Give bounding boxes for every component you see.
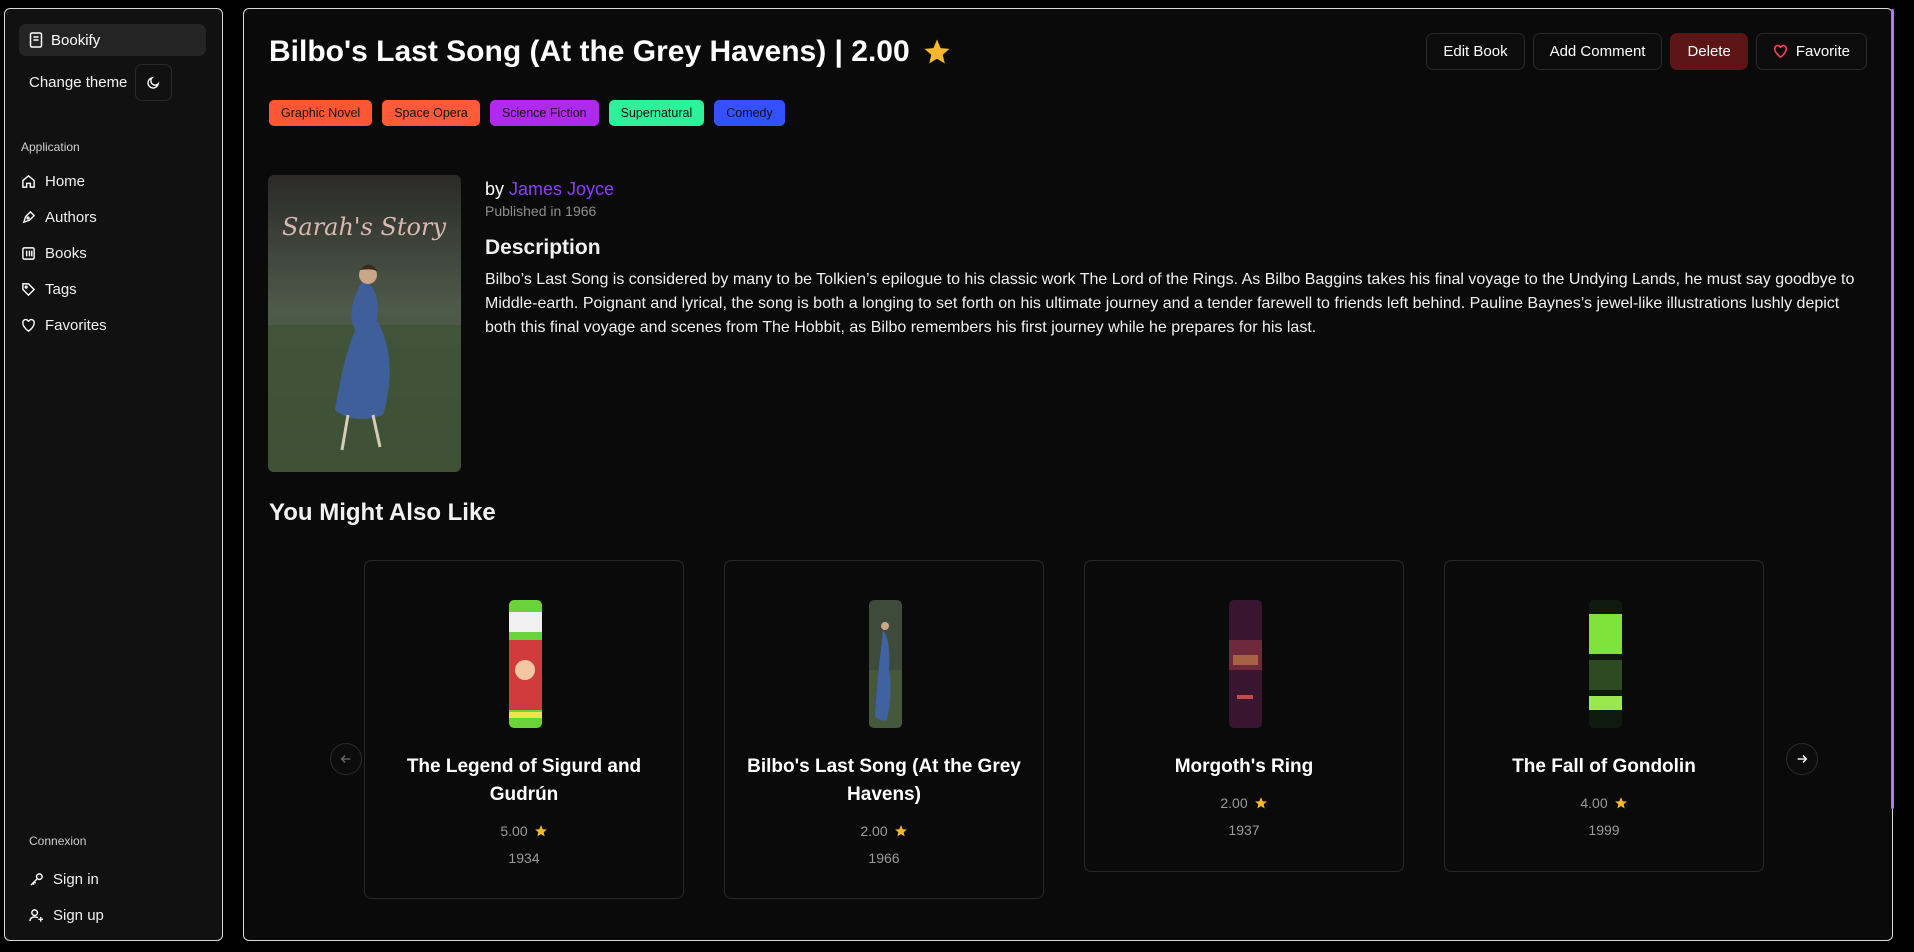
tag-badge[interactable]: Space Opera	[382, 100, 480, 126]
sidebar-item-label: Home	[45, 172, 86, 190]
sign-up-label: Sign up	[53, 906, 104, 924]
action-bar: Edit Book Add Comment Delete Favorite	[1426, 33, 1867, 70]
book-thumbnail	[509, 600, 542, 728]
section-label-connexion: Connexion	[29, 834, 87, 848]
sidebar-item-label: Tags	[45, 280, 77, 298]
scrollbar[interactable]	[1891, 9, 1894, 809]
user-plus-icon	[29, 908, 44, 922]
card-rating: 2.00	[725, 823, 1043, 839]
tag-badge[interactable]: Graphic Novel	[269, 100, 373, 126]
card-year: 1999	[1588, 822, 1620, 838]
key-icon	[30, 872, 43, 886]
card-title: The Legend of Sigurd and Gudrún	[406, 756, 642, 805]
sidebar: Bookify Change theme Application Home Au…	[4, 8, 223, 941]
tag-badge[interactable]: Science Fiction	[489, 100, 599, 126]
card-rating: 2.00	[1085, 795, 1403, 811]
arrow-left-icon	[340, 755, 351, 763]
star-icon	[1254, 797, 1267, 809]
sidebar-item-books[interactable]: Books	[21, 240, 87, 266]
tag-badge[interactable]: Comedy	[714, 100, 785, 126]
book-card[interactable]: The Fall of Gondolin 4.00 1999	[1444, 560, 1764, 872]
book-thumbnail	[1589, 600, 1622, 728]
sidebar-item-authors[interactable]: Authors	[21, 204, 97, 230]
star-icon	[534, 825, 547, 837]
rating-value: 5.00	[500, 823, 528, 839]
book-thumbnail	[1229, 600, 1262, 728]
tag-badge[interactable]: Supernatural	[608, 100, 705, 126]
moon-icon	[147, 76, 160, 89]
page-title: Bilbo's Last Song (At the Grey Havens) |…	[269, 35, 910, 68]
card-rating: 4.00	[1445, 795, 1763, 811]
sign-in-label: Sign in	[53, 870, 99, 888]
rating-value: 2.00	[1220, 795, 1248, 811]
sidebar-item-label: Authors	[45, 208, 97, 226]
author-link[interactable]: James Joyce	[509, 179, 614, 199]
heart-icon	[22, 318, 35, 332]
book-icon	[29, 32, 43, 48]
edit-book-button[interactable]: Edit Book	[1426, 33, 1525, 70]
rating-value: 4.00	[1580, 795, 1608, 811]
book-thumbnail	[869, 600, 902, 728]
title-row: Bilbo's Last Song (At the Grey Havens) |…	[269, 35, 952, 69]
sign-in-link[interactable]: Sign in	[29, 866, 99, 892]
star-icon	[1614, 797, 1627, 809]
rating-value: 2.00	[860, 823, 888, 839]
carousel-prev-button[interactable]	[330, 743, 362, 775]
theme-toggle-button[interactable]	[135, 64, 173, 101]
book-cover: Sarah's Story	[268, 175, 461, 472]
byline-prefix: by	[485, 179, 505, 199]
card-year: 1934	[508, 850, 540, 866]
home-icon	[22, 174, 35, 188]
sidebar-item-home[interactable]: Home	[21, 168, 85, 194]
theme-row: Change theme	[29, 64, 173, 101]
byline: by James Joyce	[485, 179, 1855, 200]
sidebar-item-label: Favorites	[45, 316, 107, 334]
book-card[interactable]: Bilbo's Last Song (At the Grey Havens) 2…	[724, 560, 1044, 899]
card-rating: 5.00	[365, 823, 683, 839]
brand-name: Bookify	[51, 31, 101, 49]
delete-button[interactable]: Delete	[1670, 33, 1748, 70]
brand-button[interactable]: Bookify	[19, 24, 206, 56]
book-card[interactable]: Morgoth's Ring 2.00 1937	[1084, 560, 1404, 872]
cover-title: Sarah's Story	[282, 213, 447, 241]
main-panel: Bilbo's Last Song (At the Grey Havens) |…	[243, 8, 1894, 941]
favorite-label: Favorite	[1795, 43, 1850, 60]
tag-list: Graphic Novel Space Opera Science Fictio…	[269, 100, 785, 126]
sign-up-link[interactable]: Sign up	[29, 902, 104, 928]
tag-icon	[22, 282, 36, 296]
favorite-button[interactable]: Favorite	[1755, 33, 1867, 70]
library-icon	[22, 246, 35, 260]
card-year: 1937	[1228, 822, 1260, 838]
star-icon	[894, 825, 907, 837]
card-year: 1966	[868, 850, 900, 866]
description-text: Bilbo’s Last Song is considered by many …	[485, 271, 1855, 336]
book-card[interactable]: The Legend of Sigurd and Gudrún 5.00 193…	[364, 560, 684, 899]
sidebar-item-label: Books	[45, 244, 87, 262]
pen-icon	[22, 210, 36, 223]
sidebar-item-tags[interactable]: Tags	[21, 276, 77, 302]
description-heading: Description	[485, 236, 601, 259]
card-title: Bilbo's Last Song (At the Grey Havens)	[747, 756, 1021, 805]
card-title: The Fall of Gondolin	[1512, 756, 1696, 777]
carousel-next-button[interactable]	[1786, 743, 1818, 775]
star-icon	[924, 39, 950, 64]
add-comment-button[interactable]: Add Comment	[1532, 33, 1663, 70]
recommendations-heading: You Might Also Like	[269, 499, 496, 526]
arrow-right-icon	[1797, 755, 1808, 763]
card-title: Morgoth's Ring	[1174, 756, 1314, 777]
sidebar-item-favorites[interactable]: Favorites	[21, 312, 107, 338]
change-theme-label: Change theme	[29, 74, 128, 91]
book-info: by James Joyce Published in 1966 Descrip…	[485, 179, 1855, 340]
section-label-application: Application	[21, 140, 80, 154]
heart-icon	[1773, 44, 1787, 59]
published-date: Published in 1966	[485, 203, 597, 219]
